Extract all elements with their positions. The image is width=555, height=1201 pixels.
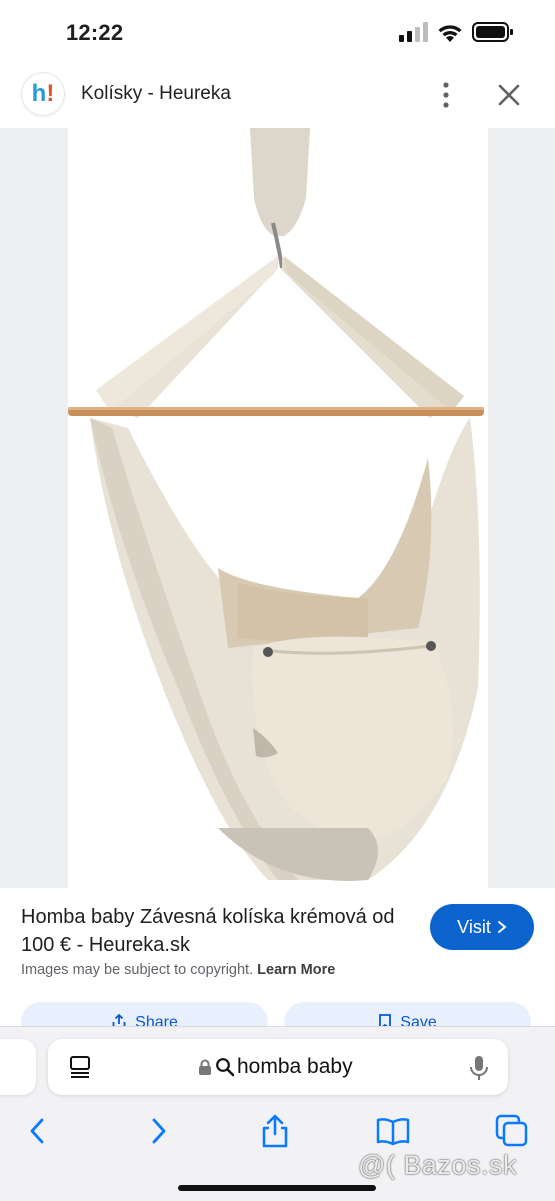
site-title: Kolísky - Heureka	[81, 83, 231, 104]
wifi-icon	[438, 25, 462, 42]
lock-icon	[199, 1059, 211, 1075]
site-favicon: h!	[22, 73, 64, 115]
signal-icon	[399, 22, 428, 42]
learn-more-link[interactable]: Learn More	[257, 962, 335, 978]
close-icon[interactable]	[494, 80, 524, 110]
more-vertical-icon[interactable]	[432, 80, 460, 110]
result-title[interactable]: Homba baby Závesná kolíska krémová od 10…	[21, 903, 416, 959]
battery-icon	[472, 22, 513, 42]
tabs-icon[interactable]	[68, 1055, 92, 1079]
copyright-note: Images may be subject to copyright. Lear…	[21, 962, 335, 978]
status-bar: 12:22	[0, 0, 555, 62]
previous-tab-preview[interactable]	[0, 1039, 36, 1095]
forward-icon[interactable]	[140, 1113, 176, 1149]
result-info: Homba baby Závesná kolíska krémová od 10…	[0, 888, 555, 1042]
tab-overview-icon[interactable]	[494, 1113, 530, 1149]
visit-button[interactable]: Visit	[430, 904, 534, 950]
copyright-text: Images may be subject to copyright.	[21, 962, 254, 978]
hammock-cradle-image	[68, 128, 484, 881]
chevron-right-icon	[497, 921, 507, 933]
address-bar[interactable]: homba baby	[48, 1039, 508, 1095]
mic-icon[interactable]	[468, 1054, 490, 1082]
book-icon[interactable]	[375, 1113, 411, 1149]
home-indicator	[178, 1185, 376, 1191]
status-time: 12:22	[66, 20, 124, 45]
back-icon[interactable]	[20, 1113, 56, 1149]
share-icon[interactable]	[257, 1113, 293, 1149]
search-query: homba baby	[237, 1055, 353, 1078]
search-icon	[216, 1058, 235, 1077]
watermark: @( Bazos.sk	[358, 1150, 517, 1180]
sheet-header: h! Kolísky - Heureka	[0, 62, 555, 128]
product-image[interactable]	[68, 128, 488, 888]
image-preview-area	[0, 128, 555, 992]
visit-label: Visit	[457, 916, 491, 937]
